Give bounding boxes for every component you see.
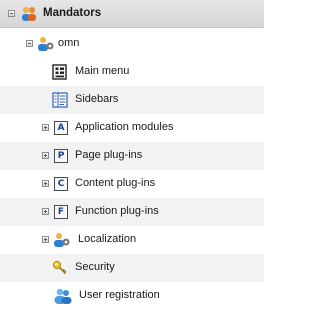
expand-toggle[interactable]	[42, 124, 49, 131]
expand-toggle[interactable]	[42, 236, 49, 243]
collapse-toggle[interactable]	[26, 40, 33, 47]
tree-item-main-menu[interactable]: Main menu	[0, 58, 264, 86]
tree-node-label: omn	[58, 37, 80, 49]
key-icon	[52, 260, 68, 276]
tree-node-localization[interactable]: Localization	[0, 226, 264, 254]
tree-node-content-plugins[interactable]: C Content plug-ins	[0, 170, 264, 198]
page-plugins-icon: P	[54, 149, 68, 163]
user-gear-icon	[53, 231, 71, 249]
tree-item-label: User registration	[79, 289, 160, 301]
tree-node-label: Mandators	[43, 7, 102, 19]
expand-toggle[interactable]	[42, 208, 49, 215]
tree-item-label: Content plug-ins	[75, 177, 156, 189]
tree-node-mandators[interactable]: Mandators	[0, 0, 264, 28]
content-plugins-icon: C	[54, 177, 68, 191]
application-modules-icon: A	[54, 121, 68, 135]
users-icon	[53, 287, 73, 305]
tree-item-label: Main menu	[75, 65, 130, 77]
tree-item-security[interactable]: Security	[0, 254, 264, 282]
tree-item-label: Function plug-ins	[75, 205, 159, 217]
tree-node-function-plugins[interactable]: F Function plug-ins	[0, 198, 264, 226]
tree-item-label: Application modules	[75, 121, 174, 133]
user-gear-icon	[37, 35, 55, 53]
tree-item-label: Security	[75, 261, 115, 273]
main-menu-icon	[52, 64, 68, 80]
sidebars-icon	[52, 92, 68, 108]
tree-item-label: Page plug-ins	[75, 149, 143, 161]
tree-node-page-plugins[interactable]: P Page plug-ins	[0, 142, 264, 170]
tree-item-label: Sidebars	[75, 93, 119, 105]
users-group-icon	[20, 5, 38, 23]
tree-node-omn[interactable]: omn	[0, 30, 264, 58]
collapse-toggle[interactable]	[8, 10, 15, 17]
function-plugins-icon: F	[54, 205, 68, 219]
tree-item-user-registration[interactable]: User registration	[0, 282, 264, 310]
tree-item-label: Localization	[78, 233, 137, 245]
tree-item-sidebars[interactable]: Sidebars	[0, 86, 264, 114]
tree-node-application-modules[interactable]: A Application modules	[0, 114, 264, 142]
expand-toggle[interactable]	[42, 152, 49, 159]
expand-toggle[interactable]	[42, 180, 49, 187]
mandators-tree: Mandators omn Main menu Sidebars A Appli…	[0, 0, 264, 304]
